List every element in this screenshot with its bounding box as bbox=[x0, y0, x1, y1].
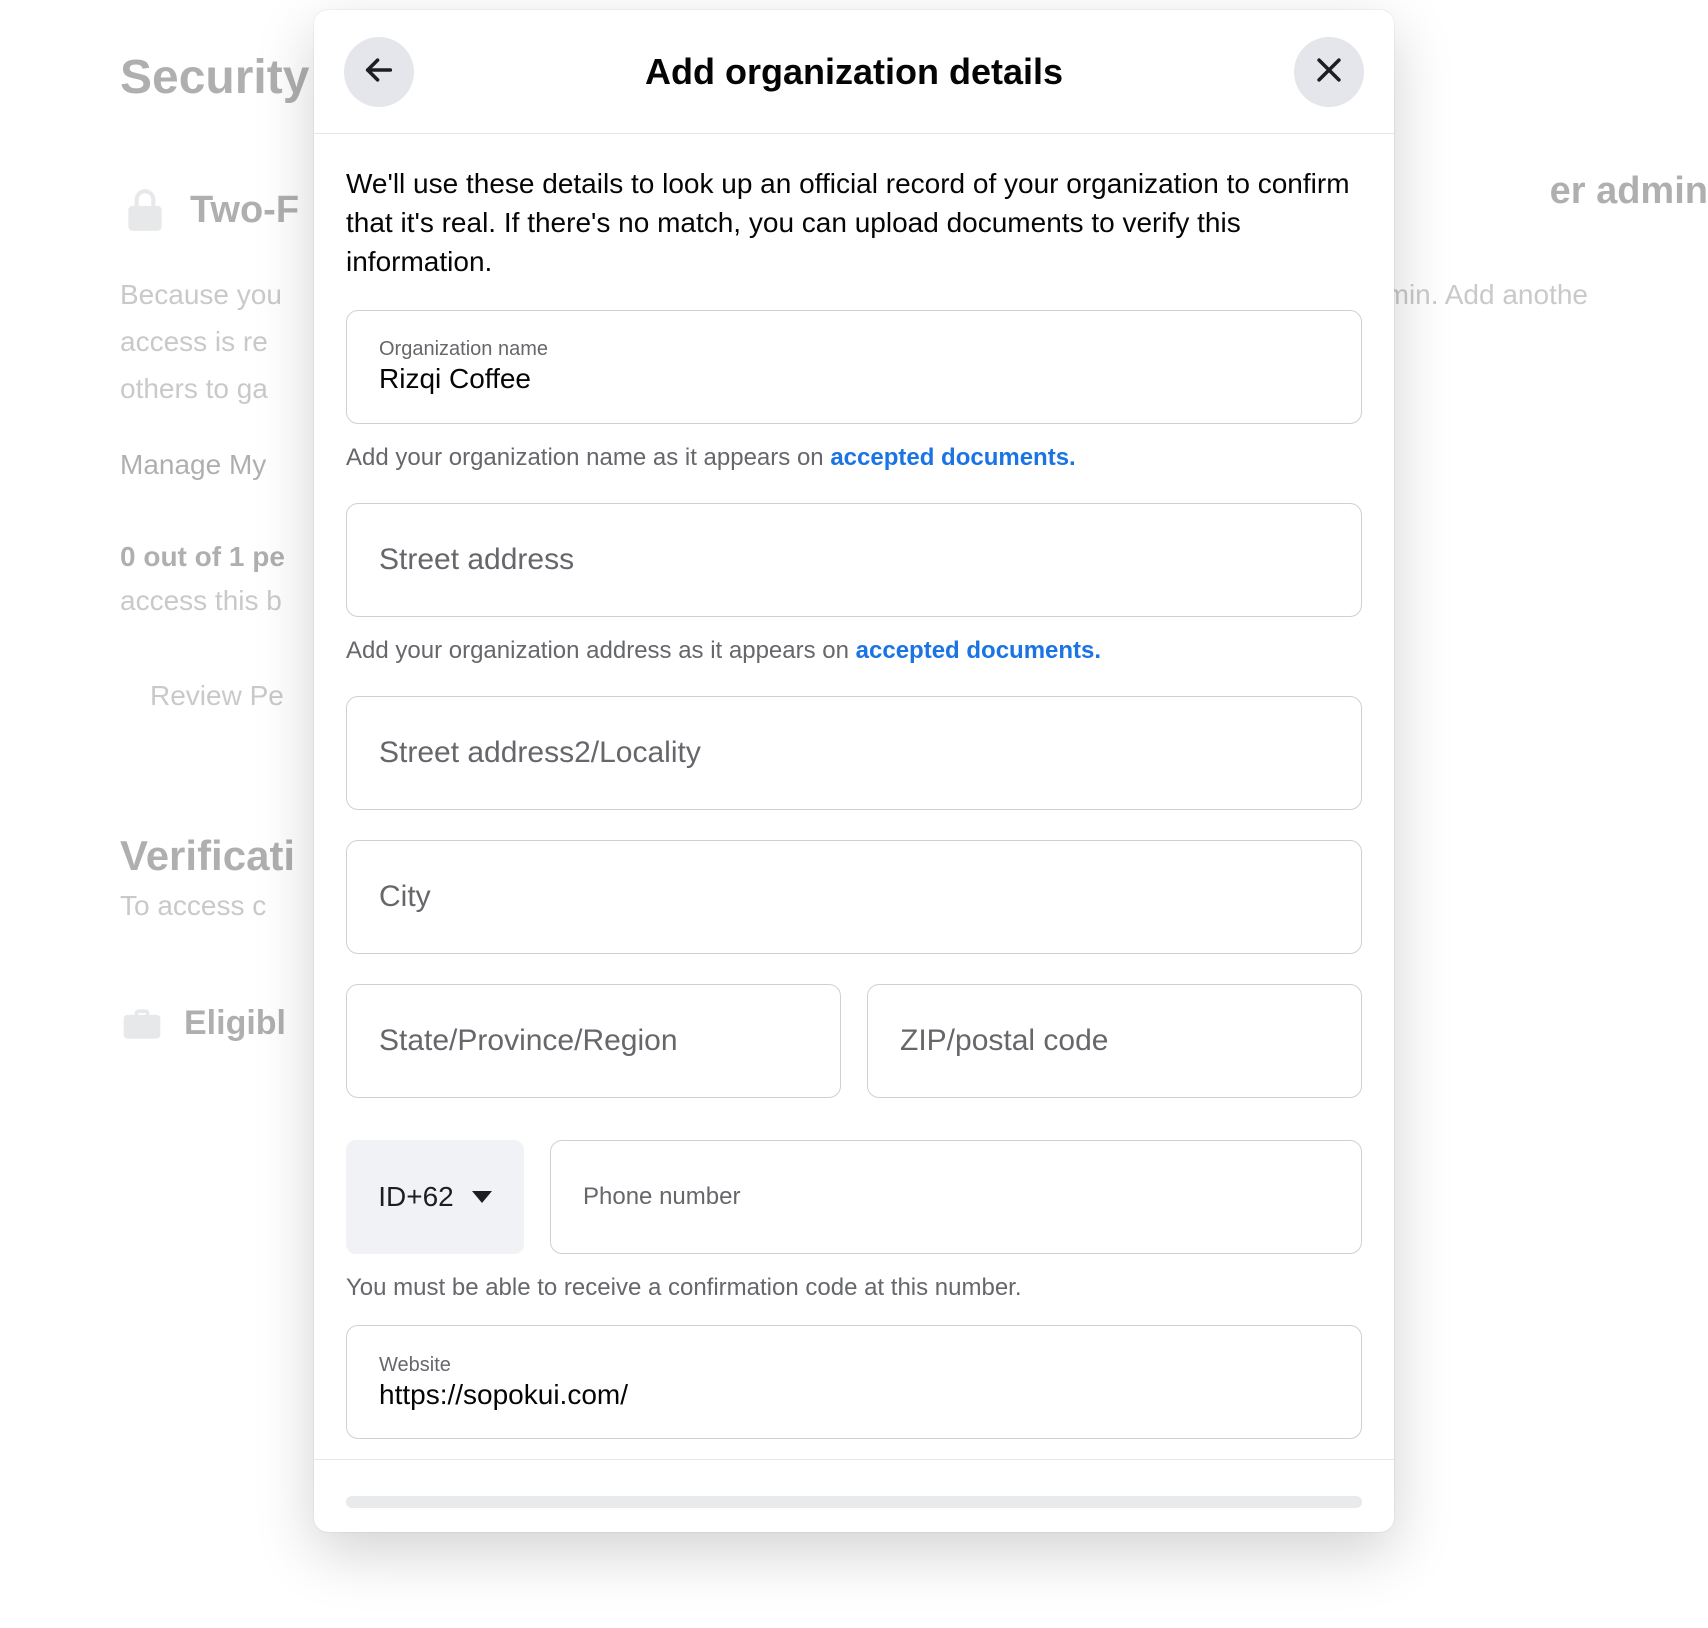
arrow-left-icon bbox=[362, 53, 396, 90]
organization-name-input[interactable] bbox=[379, 363, 1329, 395]
add-org-details-modal: Add organization details We'll use these… bbox=[314, 10, 1394, 1532]
modal-footer bbox=[314, 1459, 1394, 1532]
street-address-helper: Add your organization address as it appe… bbox=[346, 635, 1362, 666]
modal-header: Add organization details bbox=[314, 10, 1394, 134]
back-button[interactable] bbox=[344, 37, 414, 107]
lock-icon bbox=[120, 185, 170, 235]
briefcase-icon bbox=[120, 1002, 164, 1046]
city-input[interactable] bbox=[379, 880, 1329, 914]
bg-admin-text: er admin bbox=[1550, 170, 1708, 213]
organization-name-field[interactable]: Organization name bbox=[346, 310, 1362, 424]
intro-text: We'll use these details to look up an of… bbox=[346, 164, 1362, 282]
phone-helper: You must be able to receive a confirmati… bbox=[346, 1272, 1362, 1303]
modal-body: We'll use these details to look up an of… bbox=[314, 134, 1394, 1459]
state-zip-row bbox=[346, 984, 1362, 1098]
accepted-documents-link-name[interactable]: accepted documents. bbox=[830, 444, 1075, 471]
state-input[interactable] bbox=[379, 1024, 808, 1058]
street-address2-field[interactable] bbox=[346, 696, 1362, 810]
org-name-helper: Add your organization name as it appears… bbox=[346, 442, 1362, 473]
chevron-down-icon bbox=[472, 1191, 492, 1203]
bg-two-factor: Two-F bbox=[190, 189, 299, 232]
close-button[interactable] bbox=[1294, 37, 1364, 107]
zip-input[interactable] bbox=[900, 1024, 1329, 1058]
website-label: Website bbox=[379, 1354, 1329, 1377]
phone-row: ID+62 Phone number bbox=[346, 1140, 1362, 1254]
street-address-input[interactable] bbox=[379, 543, 1329, 577]
state-field[interactable] bbox=[346, 984, 841, 1098]
website-input[interactable] bbox=[379, 1379, 1329, 1411]
street-address-field[interactable] bbox=[346, 503, 1362, 617]
progress-bar bbox=[346, 1496, 1362, 1508]
zip-field[interactable] bbox=[867, 984, 1362, 1098]
close-icon bbox=[1312, 53, 1346, 90]
website-field[interactable]: Website bbox=[346, 1325, 1362, 1439]
street-address2-input[interactable] bbox=[379, 736, 1329, 770]
country-code-label: ID+62 bbox=[378, 1181, 454, 1213]
accepted-documents-link-address[interactable]: accepted documents. bbox=[856, 637, 1101, 664]
phone-number-field[interactable]: Phone number bbox=[550, 1140, 1362, 1254]
bg-eligible: Eligibl bbox=[184, 1004, 286, 1043]
country-code-select[interactable]: ID+62 bbox=[346, 1140, 524, 1254]
modal-title: Add organization details bbox=[645, 51, 1063, 93]
org-name-label: Organization name bbox=[379, 338, 1329, 361]
city-field[interactable] bbox=[346, 840, 1362, 954]
phone-number-label: Phone number bbox=[583, 1183, 740, 1211]
